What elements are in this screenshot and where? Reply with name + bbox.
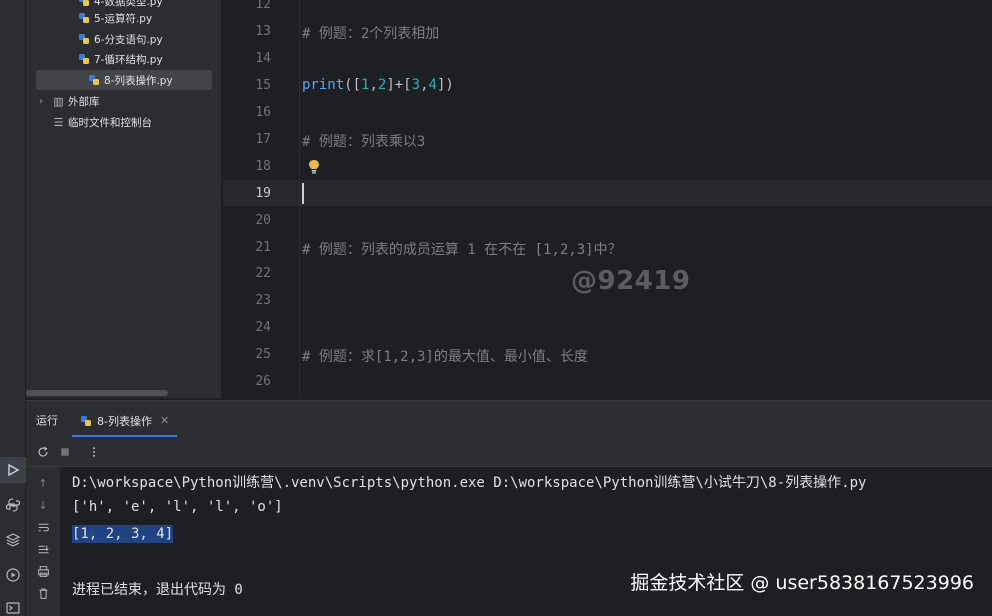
close-icon[interactable]: ✕ (160, 414, 169, 427)
line-number: 17 (255, 132, 271, 147)
code-punct: ]+[ (386, 77, 412, 93)
code-punct: , (420, 77, 429, 93)
python-file-icon (79, 34, 89, 44)
run-tab-label: 8-列表操作 (97, 414, 152, 428)
rerun-icon[interactable] (35, 444, 51, 460)
line-number: 18 (255, 159, 271, 174)
line-number: 24 (255, 320, 271, 335)
gutter-separator (299, 0, 300, 398)
library-icon: ▥ (53, 94, 64, 108)
run-tab[interactable]: 8-列表操作 ✕ (72, 406, 178, 437)
line-number: 20 (255, 213, 271, 228)
tree-scratches[interactable]: ☰ 临时文件和控制台 (52, 112, 221, 132)
arrow-up-icon[interactable]: ↑ (35, 475, 51, 491)
line-number: 16 (255, 105, 271, 120)
services-icon[interactable] (0, 562, 26, 588)
layers-icon[interactable] (0, 527, 26, 553)
soft-wrap-icon[interactable] (35, 519, 51, 535)
code-punct: ([ (344, 77, 362, 93)
console-line: ['h', 'e', 'l', 'l', 'o'] (72, 499, 283, 515)
code-number: 3 (411, 77, 421, 93)
video-watermark: @92419 (571, 266, 691, 296)
text-caret (302, 183, 304, 204)
line-number: 12 (255, 0, 271, 12)
lightbulb-icon[interactable] (307, 159, 321, 175)
trash-icon[interactable] (35, 585, 51, 601)
chevron-right-icon[interactable]: › (36, 96, 46, 107)
line-number: 23 (255, 293, 271, 308)
run-panel-header: 运行 8-列表操作 ✕ (26, 401, 992, 437)
code-comment: # 例题：求[1,2,3]的最大值、最小值、长度 (302, 349, 588, 365)
python-console-icon[interactable] (0, 492, 26, 518)
tree-file-5[interactable]: 5-运算符.py (78, 8, 212, 28)
python-file-icon (79, 13, 89, 23)
print-icon[interactable] (35, 563, 51, 579)
code-punct: ]) (436, 77, 454, 93)
line-number-current: 19 (255, 186, 271, 201)
code-comment: # 例题：列表的成员运算 1 在不在 [1,2,3]中？ (302, 242, 622, 258)
stop-icon[interactable] (57, 444, 73, 460)
scratch-icon: ☰ (53, 115, 64, 129)
code-print-statement: print([1,2]+[3,4]) (302, 77, 454, 93)
tree-file-7[interactable]: 7-循环结构.py (78, 49, 212, 69)
tree-file-6[interactable]: 6-分支语句.py (78, 29, 212, 49)
python-file-icon (89, 75, 99, 85)
tree-horizontal-scrollbar[interactable] (26, 390, 168, 396)
site-watermark: 掘金技术社区 @ user5838167523996 (630, 572, 974, 594)
run-panel-title: 运行 (36, 414, 58, 427)
left-tool-strip (0, 0, 26, 616)
code-editor[interactable]: 12 13 14 15 16 17 18 19 20 21 22 23 24 2… (223, 0, 992, 398)
code-punct: , (369, 77, 378, 93)
console-exit-line: 进程已结束，退出代码为 0 (72, 582, 243, 598)
terminal-icon[interactable] (0, 595, 26, 616)
code-number: 4 (428, 77, 437, 93)
console-line-selected: [1, 2, 3, 4] (72, 525, 174, 543)
line-number: 13 (255, 24, 271, 39)
more-options-icon[interactable] (86, 444, 102, 460)
run-tool-icon[interactable] (0, 457, 26, 483)
line-number: 21 (255, 240, 271, 255)
code-comment: # 例题：列表乘以3 (302, 134, 426, 150)
scroll-to-end-icon[interactable] (35, 541, 51, 557)
project-tree: 4-数据类型.py 5-运算符.py 6-分支语句.py 7-循环结构.py 8… (26, 0, 222, 398)
console-line: D:\workspace\Python训练营\.venv\Scripts\pyt… (72, 475, 867, 491)
tree-file-8-selected[interactable]: 8-列表操作.py (36, 70, 212, 90)
python-file-icon (81, 415, 91, 426)
line-number: 25 (255, 347, 271, 362)
code-comment: # 例题：2个列表相加 (302, 26, 440, 42)
line-number: 14 (255, 51, 271, 66)
python-file-icon (79, 54, 89, 64)
run-toolbar (26, 437, 992, 467)
line-number: 15 (255, 78, 271, 93)
line-number: 22 (255, 266, 271, 281)
tree-external-libraries[interactable]: › ▥ 外部库 (36, 91, 212, 111)
python-file-icon (79, 0, 89, 6)
arrow-down-icon[interactable]: ↓ (35, 497, 51, 513)
code-fn: print (302, 77, 345, 93)
current-line-highlight (223, 180, 992, 206)
console-side-tools: ↑ ↓ (26, 467, 60, 616)
line-number: 26 (255, 374, 271, 389)
